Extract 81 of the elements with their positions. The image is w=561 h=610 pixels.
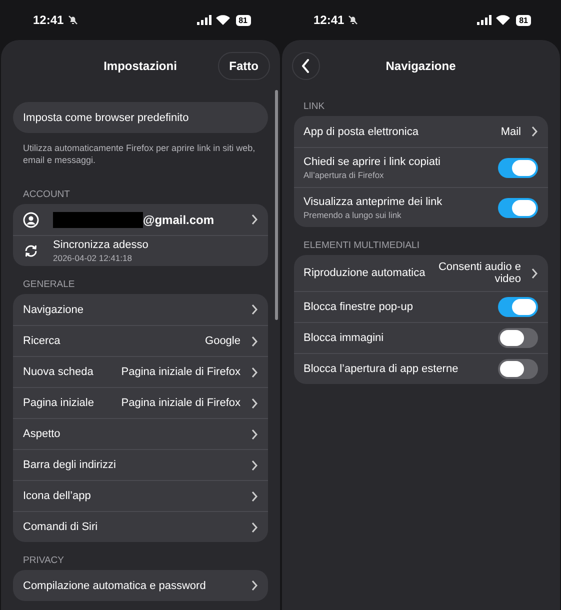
chevron-icon [250, 490, 258, 502]
section-header: PRIVACY [22, 554, 66, 568]
chevron-icon [531, 268, 538, 278]
settings-row[interactable]: Riproduzione automatica Consenti audio e video [294, 255, 548, 291]
chevron-icon [250, 214, 258, 226]
row-label: Blocca l’apertura di app esterne [304, 363, 460, 375]
row-label: Blocca finestre pop-up [304, 301, 414, 313]
section-footer: Utilizza automaticamente Firefox per aprire link in siti web, email e messaggi. [13, 137, 268, 180]
toggle-switch[interactable] [498, 297, 538, 317]
row-value: Pagina iniziale di Firefox [120, 396, 240, 412]
status-time: 12:41 [33, 13, 64, 27]
screen-title: Navigazione [386, 59, 456, 73]
row-label: Chiedi se aprire i link copiati [304, 156, 442, 168]
row-value: Google [204, 334, 240, 350]
toggle-switch[interactable] [498, 198, 538, 218]
settings-row[interactable]: Navigazione [13, 294, 268, 326]
row-label: Icona dell’app [23, 490, 91, 502]
chevron-icon [250, 366, 258, 378]
row-label: Comandi di Siri [23, 521, 98, 534]
chevron-icon [250, 304, 258, 316]
row-label: Pagina iniziale [23, 397, 94, 410]
section-header: ACCOUNT [22, 188, 71, 202]
toggle-switch[interactable] [498, 359, 538, 379]
status-time: 12:41 [314, 13, 344, 27]
settings-row[interactable]: Aspetto [13, 418, 268, 450]
chevron-icon [250, 522, 258, 533]
settings-row[interactable]: Compilazione automatica e password [13, 570, 268, 602]
sync-row[interactable]: Sincronizza adesso 2026-04-02 12:41:18 [13, 235, 268, 266]
screen-title: Impostazioni [104, 59, 177, 73]
row-label: Riproduzione automatica [304, 267, 426, 279]
settings-row[interactable]: Icona dell’app [13, 480, 268, 512]
settings-row[interactable]: Barra degli indirizzi [13, 449, 268, 480]
wifi-icon [216, 15, 230, 25]
row-value: Consenti audio e video [437, 260, 521, 287]
settings-row[interactable]: Ricerca Google [13, 325, 268, 356]
section-header: LINK [302, 100, 326, 114]
row-label: Compilazione automatica e password [23, 580, 206, 592]
account-row[interactable]: @gmail.com [13, 204, 268, 236]
wifi-icon [496, 15, 510, 25]
toggle-switch[interactable] [498, 158, 538, 178]
chevron-icon [250, 428, 258, 440]
signal-icon [477, 15, 492, 25]
row-label: Sincronizza adesso [53, 239, 148, 252]
row-value: Pagina iniziale di Firefox [120, 365, 240, 380]
row-label: Ricerca [23, 335, 60, 348]
row-label: Navigazione [23, 304, 84, 316]
settings-row[interactable]: Imposta come browser predefinito [13, 102, 268, 133]
toggle-switch[interactable] [498, 328, 538, 348]
row-label: Visualizza anteprime dei link [304, 196, 444, 208]
settings-row[interactable]: App di posta elettronica Mail [294, 116, 548, 147]
back-button[interactable] [292, 52, 320, 80]
chevron-icon [531, 126, 538, 137]
section-header: ELEMENTI MULTIMEDIALI [302, 239, 420, 253]
settings-row[interactable]: Comandi di Siri [13, 511, 268, 542]
battery-indicator: 81 [516, 14, 531, 26]
account-email: @gmail.com [143, 212, 214, 227]
muted-bell-icon [68, 15, 78, 25]
signal-icon [196, 15, 212, 25]
section-header: GENERALE [22, 278, 76, 292]
done-button[interactable]: Fatto [218, 52, 270, 80]
back-icon [301, 59, 310, 73]
settings-row[interactable]: Nuova scheda Pagina iniziale di Firefox [13, 356, 268, 388]
chevron-icon [250, 460, 258, 471]
row-subtitle: Premendo a lungo sui link [304, 210, 402, 220]
row-label: Barra degli indirizzi [23, 459, 116, 472]
chevron-icon [250, 336, 258, 347]
row-subtitle: All’apertura di Firefox [304, 170, 385, 180]
row-label: Nuova scheda [23, 366, 94, 378]
row-subtitle: 2026-04-02 12:41:18 [53, 253, 133, 264]
chevron-icon [250, 580, 258, 592]
row-label: App di posta elettronica [304, 126, 418, 138]
battery-indicator: 81 [236, 14, 250, 26]
muted-bell-icon [348, 15, 358, 25]
row-label: Imposta come browser predefinito [23, 112, 189, 124]
row-label: Blocca immagini [304, 332, 385, 344]
settings-row[interactable]: Pagina iniziale Pagina iniziale di Firefox [13, 387, 268, 418]
account-icon [23, 212, 39, 228]
row-value: Mail [500, 124, 521, 140]
sync-icon [23, 243, 39, 260]
row-label: Aspetto [23, 428, 60, 440]
chevron-icon [250, 398, 258, 409]
